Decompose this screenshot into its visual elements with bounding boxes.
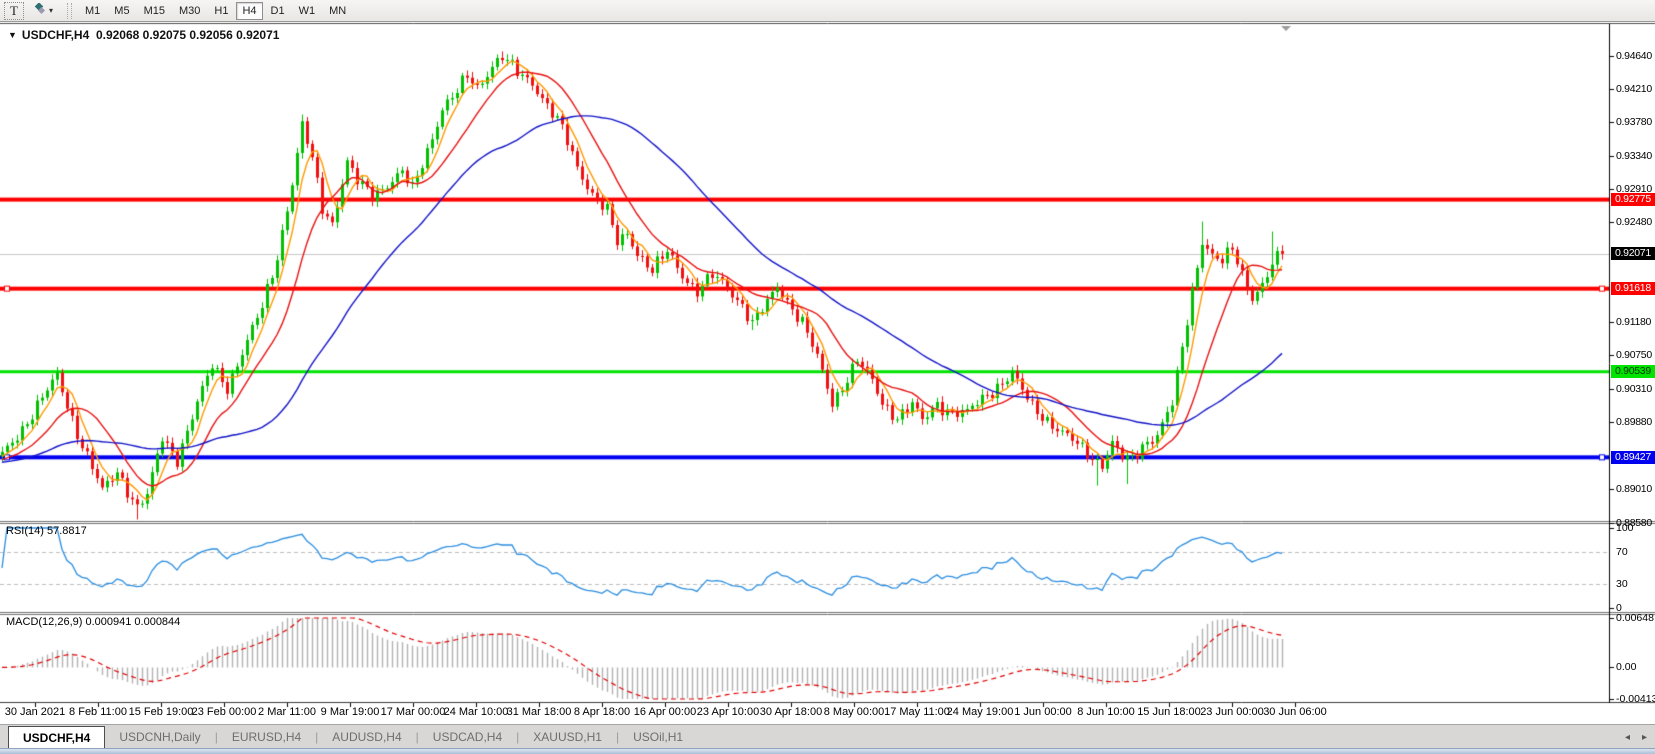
tab-scroll-right-icon[interactable]: ▸ [1642, 732, 1647, 743]
chart-tab-usoil-h1[interactable]: USOil,H1 [619, 725, 697, 748]
tf-button-m15[interactable]: M15 [138, 2, 171, 20]
chart-tab-usdcnh-daily[interactable]: USDCNH,Daily [105, 725, 214, 748]
chart-tab-xauusd-h1[interactable]: XAUUSD,H1 [519, 725, 616, 748]
tf-button-d1[interactable]: D1 [265, 2, 291, 20]
status-bar [0, 748, 1655, 754]
chart-tab-bar: USDCHF,H4USDCNH,Daily|EURUSD,H4|AUDUSD,H… [0, 724, 1655, 748]
timeframe-buttons: M1M5M15M30H1H4D1W1MN [79, 2, 352, 20]
tab-scroll-left-icon[interactable]: ◂ [1625, 732, 1630, 743]
tf-button-m1[interactable]: M1 [79, 2, 106, 20]
chart-tab-usdcad-h4[interactable]: USDCAD,H4 [419, 725, 516, 748]
tf-button-w1[interactable]: W1 [293, 2, 322, 20]
timeframe-toolbar: T ▾ M1M5M15M30H1H4D1W1MN [0, 0, 1655, 22]
text-tool-button[interactable]: T [4, 2, 24, 20]
chart-tab-audusd-h4[interactable]: AUDUSD,H4 [318, 725, 415, 748]
chart-canvas[interactable] [0, 0, 1655, 754]
chart-tab-usdchf-h4[interactable]: USDCHF,H4 [8, 726, 105, 748]
tab-scroll-controls: ◂ ▸ [1625, 725, 1647, 749]
tf-button-m5[interactable]: M5 [108, 2, 135, 20]
tf-button-m30[interactable]: M30 [173, 2, 206, 20]
tf-button-mn[interactable]: MN [323, 2, 352, 20]
toolbar-separator [67, 3, 72, 19]
trading-terminal-window: T ▾ M1M5M15M30H1H4D1W1MN ▼USDCHF,H4 0.92… [0, 0, 1655, 754]
drawing-tools-button[interactable]: ▾ [26, 2, 59, 20]
chevron-down-icon: ▾ [49, 6, 53, 15]
drawing-tools-icon [32, 3, 46, 18]
chart-tabs: USDCHF,H4USDCNH,Daily|EURUSD,H4|AUDUSD,H… [8, 725, 697, 748]
chart-tab-eurusd-h4[interactable]: EURUSD,H4 [218, 725, 315, 748]
tf-button-h4[interactable]: H4 [236, 2, 262, 20]
tf-button-h1[interactable]: H1 [208, 2, 234, 20]
